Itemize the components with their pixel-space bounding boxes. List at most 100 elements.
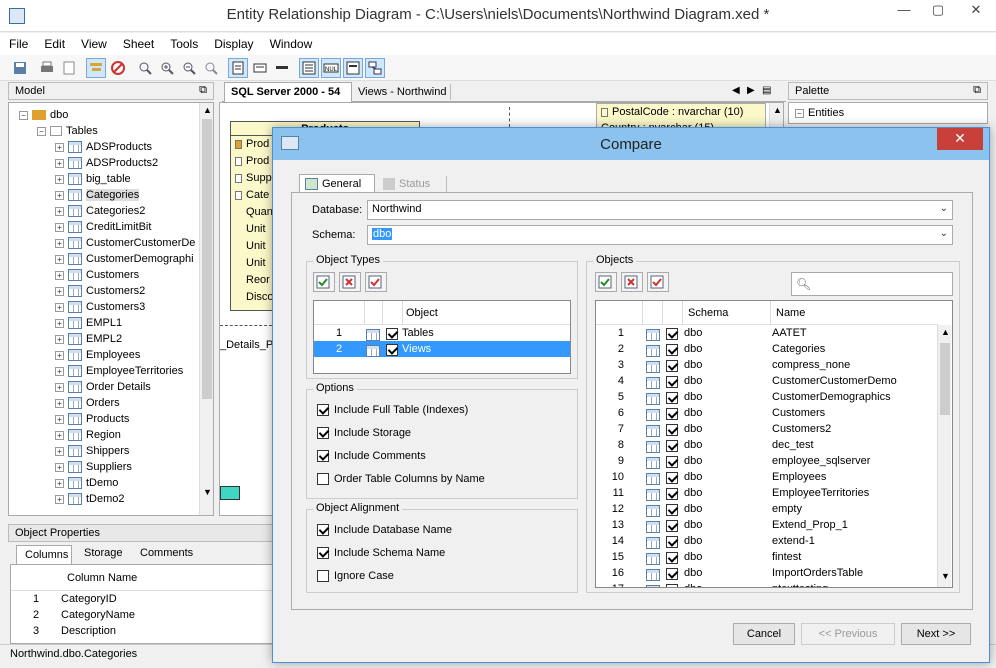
object-row[interactable]: 13 dbo Extend_Prop_1 <box>596 517 936 534</box>
checkbox[interactable] <box>666 472 678 485</box>
invert-selection-icon[interactable] <box>647 272 669 292</box>
expand-icon[interactable]: + <box>55 382 64 392</box>
tab-comments[interactable]: Comments <box>134 547 199 559</box>
tree-item[interactable]: + Categories <box>9 187 213 203</box>
expand-icon[interactable]: + <box>55 302 64 312</box>
object-row[interactable]: 16 dbo ImportOrdersTable <box>596 565 936 582</box>
checkbox[interactable] <box>317 450 329 463</box>
tree-item[interactable]: + tDemo <box>9 475 213 491</box>
tree-item[interactable]: + Customers3 <box>9 299 213 315</box>
object-row[interactable]: 17dbontexttesting <box>596 581 936 587</box>
option-checkbox[interactable]: Include Comments <box>317 450 426 463</box>
menu-view[interactable]: View <box>72 33 114 51</box>
checkbox[interactable] <box>666 488 678 501</box>
scroll-up-icon[interactable]: ▲ <box>203 105 212 115</box>
tree-item[interactable]: + Suppliers <box>9 459 213 475</box>
zoom-fit-icon[interactable] <box>135 58 155 78</box>
checkbox[interactable] <box>386 344 398 357</box>
option-checkbox[interactable]: Ignore Case <box>317 570 394 583</box>
expand-icon[interactable]: + <box>55 238 64 248</box>
page-setup-icon[interactable] <box>59 58 79 78</box>
tree-item[interactable]: + Employees <box>9 347 213 363</box>
tree-item[interactable]: + tDemo2 <box>9 491 213 507</box>
expand-icon[interactable]: + <box>55 398 64 408</box>
tab-sql-server[interactable]: SQL Server 2000 - 54 <box>224 82 352 102</box>
collapse-icon[interactable]: − <box>795 108 804 118</box>
expand-icon[interactable]: + <box>55 190 64 200</box>
restore-icon[interactable]: ⧉ <box>199 84 207 97</box>
scroll-down-icon[interactable]: ▼ <box>203 487 212 497</box>
object-row[interactable]: 11 dbo EmployeeTerritories <box>596 485 936 502</box>
checkbox[interactable] <box>666 408 678 421</box>
checkbox[interactable] <box>317 404 329 417</box>
checkbox[interactable] <box>386 328 398 341</box>
checkbox[interactable] <box>666 520 678 533</box>
option-checkbox[interactable]: Include Schema Name <box>317 547 445 560</box>
expand-icon[interactable]: + <box>55 430 64 440</box>
tree-item[interactable]: + ADSProducts2 <box>9 155 213 171</box>
expand-icon[interactable]: + <box>55 414 64 424</box>
tree-item[interactable]: + ADSProducts <box>9 139 213 155</box>
keys-view-icon[interactable] <box>250 58 270 78</box>
expand-icon[interactable]: + <box>55 174 64 184</box>
collapse-icon[interactable]: − <box>19 110 28 120</box>
datatype-icon[interactable] <box>343 58 363 78</box>
tree-item[interactable]: + EMPL1 <box>9 315 213 331</box>
overview-marker[interactable] <box>220 486 240 500</box>
tab-general[interactable]: General <box>299 174 375 193</box>
tab-views[interactable]: Views - Northwind <box>354 84 452 100</box>
option-checkbox[interactable]: Order Table Columns by Name <box>317 473 485 486</box>
check-all-icon[interactable] <box>313 272 335 292</box>
tree-folder[interactable]: − Tables <box>9 123 213 139</box>
menu-tools[interactable]: Tools <box>161 33 205 51</box>
object-row[interactable]: 12 dbo empty <box>596 501 936 518</box>
tree-item[interactable]: + EmployeeTerritories <box>9 363 213 379</box>
object-row[interactable]: 8 dbo dec_test <box>596 437 936 454</box>
checkbox[interactable] <box>666 552 678 565</box>
object-row[interactable]: 3 dbo compress_none <box>596 357 936 374</box>
dialog-close-button[interactable]: ✕ <box>937 128 983 150</box>
tree-item[interactable]: + Products <box>9 411 213 427</box>
checkbox[interactable] <box>666 376 678 389</box>
tree-item[interactable]: + Order Details <box>9 379 213 395</box>
object-row[interactable]: 9 dbo employee_sqlserver <box>596 453 936 470</box>
tree-item[interactable]: + EMPL2 <box>9 331 213 347</box>
chevron-down-icon[interactable]: ⌄ <box>940 228 948 239</box>
menu-edit[interactable]: Edit <box>35 33 72 51</box>
chevron-down-icon[interactable]: ⌄ <box>940 203 948 214</box>
checkbox[interactable] <box>317 524 329 537</box>
checkbox[interactable] <box>666 392 678 405</box>
tree-scrollbar[interactable]: ▲ ▼ <box>199 103 213 515</box>
uncheck-all-icon[interactable] <box>621 272 643 292</box>
title-only-icon[interactable] <box>272 58 292 78</box>
database-combo[interactable]: Northwind ⌄ <box>367 200 953 220</box>
expand-icon[interactable]: + <box>55 206 64 216</box>
tree-item[interactable]: + Orders <box>9 395 213 411</box>
uncheck-all-icon[interactable] <box>339 272 361 292</box>
menu-window[interactable]: Window <box>261 33 320 51</box>
objects-search-input[interactable]: 🔍︎ <box>791 272 953 296</box>
object-row[interactable]: 10 dbo Employees <box>596 469 936 486</box>
object-row[interactable]: 4 dbo CustomerCustomerDemo <box>596 373 936 390</box>
option-checkbox[interactable]: Include Storage <box>317 427 411 440</box>
option-checkbox[interactable]: Include Database Name <box>317 524 452 537</box>
expand-icon[interactable]: + <box>55 158 64 168</box>
checkbox[interactable] <box>666 328 678 341</box>
restore-icon[interactable]: ⧉ <box>973 84 981 97</box>
object-row[interactable]: 15 dbo fintest <box>596 549 936 566</box>
tab-next-icon[interactable]: ▶ <box>747 85 755 96</box>
tab-status[interactable]: Status <box>377 176 447 193</box>
expand-icon[interactable]: + <box>55 270 64 280</box>
expand-icon[interactable]: + <box>55 478 64 488</box>
tree-item[interactable]: + Shippers <box>9 443 213 459</box>
zoom-icon[interactable] <box>201 58 221 78</box>
object-row[interactable]: 1 dbo AATET <box>596 325 936 342</box>
stop-icon[interactable] <box>108 58 128 78</box>
diagram-scrollbar[interactable]: ▲ <box>769 103 783 129</box>
expand-icon[interactable]: + <box>55 142 64 152</box>
expand-icon[interactable]: + <box>55 254 64 264</box>
checkbox[interactable] <box>666 456 678 469</box>
tree-item[interactable]: + Categories2 <box>9 203 213 219</box>
checkbox[interactable] <box>666 424 678 437</box>
checkbox[interactable] <box>666 360 678 373</box>
